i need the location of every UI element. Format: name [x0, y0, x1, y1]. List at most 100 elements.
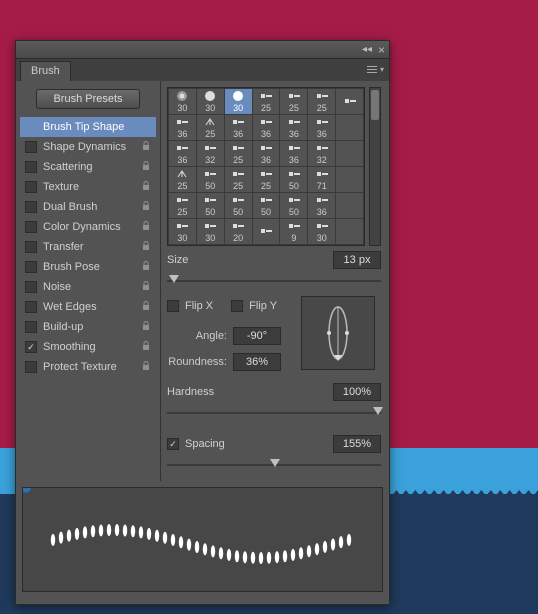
- roundness-label: Roundness:: [167, 356, 227, 368]
- sidebar-item-color-dynamics[interactable]: Color Dynamics: [20, 217, 156, 237]
- brush-panel: ◂◂ × Brush Brush Presets Brush Tip Shape…: [15, 40, 390, 605]
- brush-tip[interactable]: 36: [308, 115, 335, 140]
- checkbox[interactable]: [25, 161, 37, 173]
- flipy-label: Flip Y: [249, 300, 277, 312]
- angle-value[interactable]: -90°: [233, 327, 281, 345]
- checkbox[interactable]: [25, 301, 37, 313]
- brush-tip[interactable]: 36: [169, 115, 196, 140]
- panel-menu-icon[interactable]: [367, 63, 385, 75]
- sidebar-item-label: Protect Texture: [43, 361, 135, 373]
- checkbox[interactable]: [25, 181, 37, 193]
- spacing-slider[interactable]: [167, 458, 381, 472]
- brush-tip[interactable]: 36: [280, 141, 307, 166]
- spacing-value[interactable]: 155%: [333, 435, 381, 453]
- lock-icon: [141, 221, 151, 234]
- brush-tip[interactable]: [336, 89, 363, 114]
- brush-tip[interactable]: 36: [308, 193, 335, 218]
- flipx-label: Flip X: [185, 300, 213, 312]
- checkbox[interactable]: [25, 361, 37, 373]
- sidebar-item-texture[interactable]: Texture: [20, 177, 156, 197]
- size-slider[interactable]: [167, 274, 381, 288]
- sidebar-item-protect-texture[interactable]: Protect Texture: [20, 357, 156, 377]
- brush-presets-button[interactable]: Brush Presets: [36, 89, 139, 109]
- checkbox[interactable]: [25, 321, 37, 333]
- angle-preview[interactable]: [301, 296, 375, 370]
- hardness-value[interactable]: 100%: [333, 383, 381, 401]
- brush-tip[interactable]: [336, 193, 363, 218]
- sidebar-item-label: Build-up: [43, 321, 135, 333]
- brush-tip[interactable]: 20: [225, 219, 252, 244]
- sidebar-item-transfer[interactable]: Transfer: [20, 237, 156, 257]
- brush-tip[interactable]: 25: [225, 167, 252, 192]
- checkbox[interactable]: [25, 261, 37, 273]
- lock-icon: [141, 181, 151, 194]
- brush-tip[interactable]: 36: [253, 115, 280, 140]
- lock-icon: [141, 241, 151, 254]
- collapse-icon[interactable]: ◂◂: [362, 44, 372, 55]
- checkbox[interactable]: [25, 201, 37, 213]
- brush-tip[interactable]: [253, 219, 280, 244]
- sidebar-item-brush-pose[interactable]: Brush Pose: [20, 257, 156, 277]
- sidebar-item-label: Scattering: [43, 161, 135, 173]
- lock-icon: [141, 141, 151, 154]
- brush-tip[interactable]: [336, 167, 363, 192]
- brush-tip[interactable]: 9: [280, 219, 307, 244]
- sidebar-item-smoothing[interactable]: ✓ Smoothing: [20, 337, 156, 357]
- brush-tip[interactable]: 36: [225, 115, 252, 140]
- brush-tip[interactable]: 30: [197, 219, 224, 244]
- brush-tip[interactable]: 36: [169, 141, 196, 166]
- checkbox[interactable]: ✓: [25, 341, 37, 353]
- brush-tip[interactable]: 25: [280, 89, 307, 114]
- close-icon[interactable]: ×: [378, 43, 385, 57]
- checkbox[interactable]: [25, 141, 37, 153]
- sidebar-item-label: Smoothing: [43, 341, 135, 353]
- brush-tip[interactable]: 25: [169, 193, 196, 218]
- brush-tip[interactable]: 25: [169, 167, 196, 192]
- brush-tip[interactable]: 30: [169, 219, 196, 244]
- brush-tip[interactable]: 25: [197, 115, 224, 140]
- brush-tip[interactable]: 25: [225, 141, 252, 166]
- lock-icon: [141, 321, 151, 334]
- brush-tip[interactable]: [336, 141, 363, 166]
- brush-tip[interactable]: 32: [308, 141, 335, 166]
- brush-tip[interactable]: 25: [253, 89, 280, 114]
- brush-tip[interactable]: [336, 115, 363, 140]
- sidebar-item-build-up[interactable]: Build-up: [20, 317, 156, 337]
- scrollbar[interactable]: [369, 87, 381, 246]
- brush-tip[interactable]: 36: [280, 115, 307, 140]
- sidebar-item-wet-edges[interactable]: Wet Edges: [20, 297, 156, 317]
- brush-tip[interactable]: 50: [253, 193, 280, 218]
- brush-tip[interactable]: 71: [308, 167, 335, 192]
- brush-tip[interactable]: 25: [253, 167, 280, 192]
- hardness-slider[interactable]: [167, 406, 381, 420]
- brush-tip[interactable]: 25: [308, 89, 335, 114]
- checkbox[interactable]: [25, 241, 37, 253]
- brush-tip[interactable]: 32: [197, 141, 224, 166]
- flipx-checkbox[interactable]: [167, 300, 179, 312]
- sidebar-item-scattering[interactable]: Scattering: [20, 157, 156, 177]
- brush-tip[interactable]: 30: [308, 219, 335, 244]
- brush-tip[interactable]: 30: [169, 89, 196, 114]
- sidebar-item-dual-brush[interactable]: Dual Brush: [20, 197, 156, 217]
- brush-tip-grid[interactable]: 3030302525253625363636363632253636322550…: [167, 87, 365, 246]
- brush-tip[interactable]: [336, 219, 363, 244]
- checkbox[interactable]: [25, 281, 37, 293]
- brush-tip[interactable]: 50: [225, 193, 252, 218]
- spacing-checkbox[interactable]: ✓: [167, 438, 179, 450]
- brush-tip[interactable]: 50: [197, 167, 224, 192]
- size-value[interactable]: 13 px: [333, 251, 381, 269]
- sidebar-item-noise[interactable]: Noise: [20, 277, 156, 297]
- lock-icon: [141, 281, 151, 294]
- tab-brush[interactable]: Brush: [20, 61, 71, 81]
- brush-tip[interactable]: 50: [197, 193, 224, 218]
- checkbox[interactable]: [25, 221, 37, 233]
- brush-tip[interactable]: 30: [225, 89, 252, 114]
- brush-tip[interactable]: 30: [197, 89, 224, 114]
- roundness-value[interactable]: 36%: [233, 353, 281, 371]
- brush-tip[interactable]: 36: [253, 141, 280, 166]
- brush-tip[interactable]: 50: [280, 167, 307, 192]
- brush-tip[interactable]: 50: [280, 193, 307, 218]
- sidebar-item-brush-tip-shape[interactable]: Brush Tip Shape: [20, 117, 156, 137]
- flipy-checkbox[interactable]: [231, 300, 243, 312]
- sidebar-item-shape-dynamics[interactable]: Shape Dynamics: [20, 137, 156, 157]
